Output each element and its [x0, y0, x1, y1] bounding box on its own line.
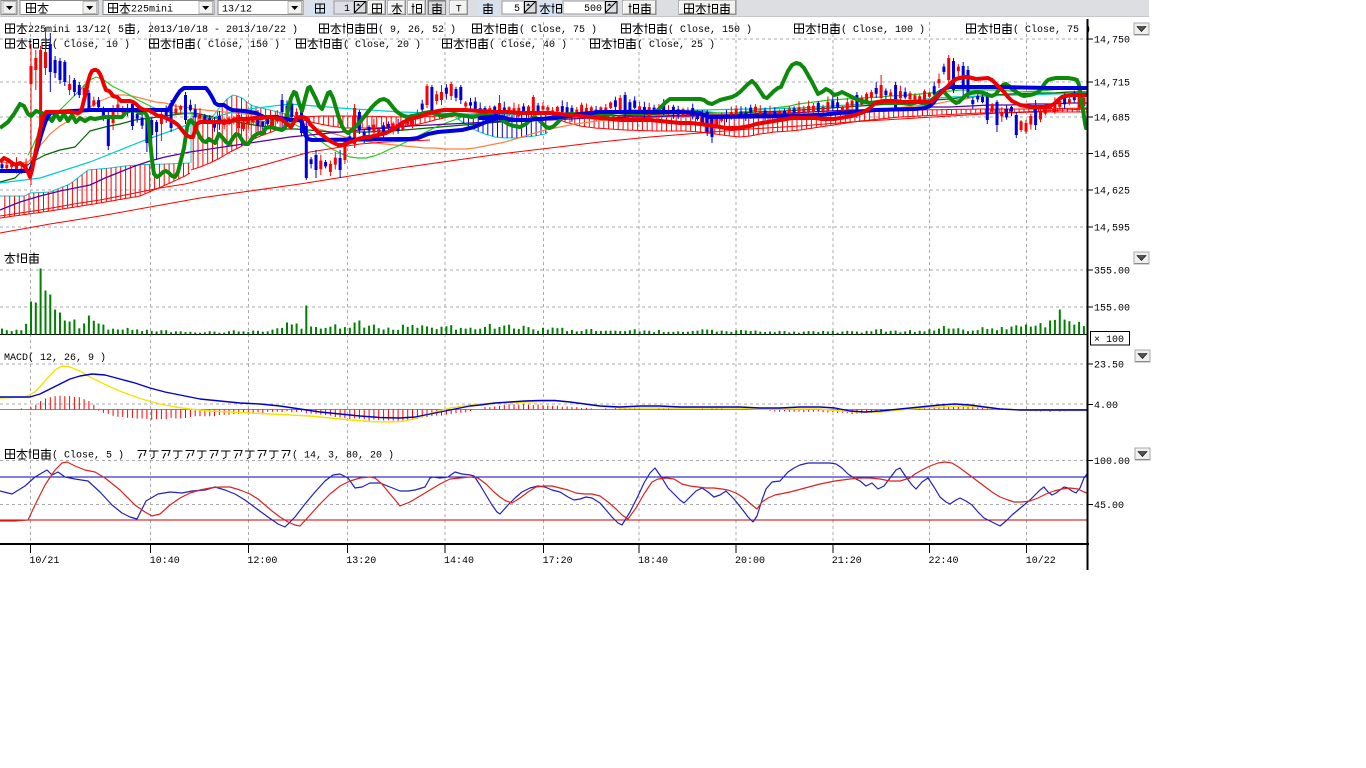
svg-text:100.00: 100.00 — [1094, 457, 1130, 468]
svg-text:20:00: 20:00 — [735, 556, 765, 567]
svg-text:( Close, 40 ): ( Close, 40 ) — [489, 39, 567, 51]
svg-text:10/21: 10/21 — [29, 555, 59, 567]
svg-text:( Close, 20 ): ( Close, 20 ) — [343, 39, 421, 51]
svg-text:12:00: 12:00 — [247, 556, 277, 567]
svg-text:( 9, 26, 52 ): ( 9, 26, 52 ) — [378, 24, 456, 36]
svg-text:23.50: 23.50 — [1094, 361, 1124, 372]
svg-text:225mini: 225mini — [131, 4, 173, 16]
svg-text:( Close, 75 ): ( Close, 75 ) — [1013, 24, 1091, 36]
svg-text:5: 5 — [514, 4, 520, 15]
svg-text:21:20: 21:20 — [832, 556, 862, 567]
svg-text:45.00: 45.00 — [1094, 501, 1124, 512]
svg-text:MACD( 12, 26, 9 ): MACD( 12, 26, 9 ) — [4, 352, 106, 364]
svg-text:14,655: 14,655 — [1094, 150, 1130, 161]
svg-text:13/12: 13/12 — [222, 4, 252, 16]
svg-text:1: 1 — [344, 4, 350, 15]
svg-text:( Close, 75 ): ( Close, 75 ) — [519, 24, 597, 36]
svg-text:( Close, 100 ): ( Close, 100 ) — [841, 24, 925, 36]
svg-text:10/22: 10/22 — [1026, 555, 1056, 567]
svg-text:10:40: 10:40 — [150, 556, 180, 567]
svg-text:14,595: 14,595 — [1094, 224, 1130, 235]
svg-text:4.00: 4.00 — [1094, 401, 1118, 412]
svg-text:( Close, 150 ): ( Close, 150 ) — [196, 39, 280, 51]
svg-text:( Close, 25 ): ( Close, 25 ) — [637, 39, 715, 51]
svg-text:14:40: 14:40 — [444, 556, 474, 567]
svg-text:225mini 13/12( 5: 225mini 13/12( 5 — [28, 24, 124, 36]
svg-text:( Close, 5 ): ( Close, 5 ) — [52, 450, 124, 462]
svg-text:( Close, 10 ): ( Close, 10 ) — [52, 39, 130, 51]
svg-text:18:40: 18:40 — [638, 556, 668, 567]
svg-text:22:40: 22:40 — [929, 556, 959, 567]
svg-text:× 100: × 100 — [1094, 335, 1124, 346]
svg-text:T: T — [456, 5, 462, 16]
svg-text:13:20: 13:20 — [346, 556, 376, 567]
svg-text:17:20: 17:20 — [543, 556, 573, 567]
svg-text:14,685: 14,685 — [1094, 114, 1130, 125]
svg-text:14,625: 14,625 — [1094, 187, 1130, 198]
svg-text:, 2013/10/18 - 2013/10/22 ): , 2013/10/18 - 2013/10/22 ) — [136, 24, 298, 36]
svg-text:355.00: 355.00 — [1094, 267, 1130, 278]
svg-text:( Close, 150 ): ( Close, 150 ) — [668, 24, 752, 36]
svg-text:( 14, 3, 80, 20 ): ( 14, 3, 80, 20 ) — [292, 450, 394, 462]
svg-text:14,715: 14,715 — [1094, 79, 1130, 90]
svg-text:155.00: 155.00 — [1094, 304, 1130, 315]
svg-text:500: 500 — [584, 4, 602, 15]
svg-text:14,750: 14,750 — [1094, 36, 1130, 47]
